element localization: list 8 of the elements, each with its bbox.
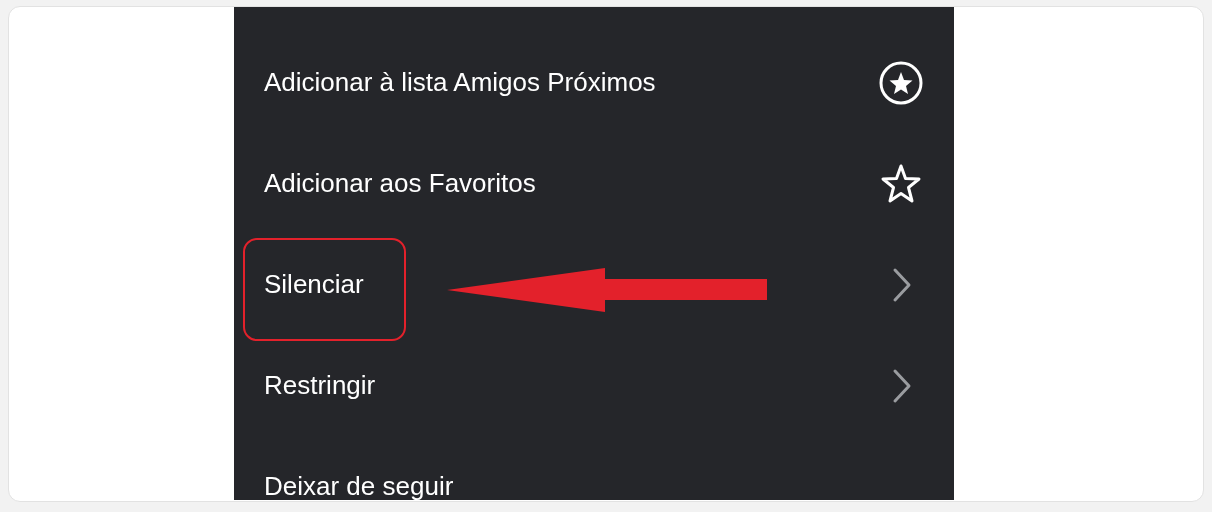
menu-item[interactable]: Silenciar [264, 269, 364, 300]
chevron-icon[interactable] [892, 367, 912, 404]
menu-item[interactable]: Deixar de seguir [264, 471, 454, 500]
menu-item[interactable]: Adicionar à lista Amigos Próximos [264, 67, 656, 98]
menu-item[interactable]: Restringir [264, 370, 376, 401]
chevron-icon[interactable] [892, 266, 912, 303]
star-circle-icon[interactable] [878, 59, 924, 106]
menu-item[interactable]: Adicionar aos Favoritos [264, 168, 536, 199]
